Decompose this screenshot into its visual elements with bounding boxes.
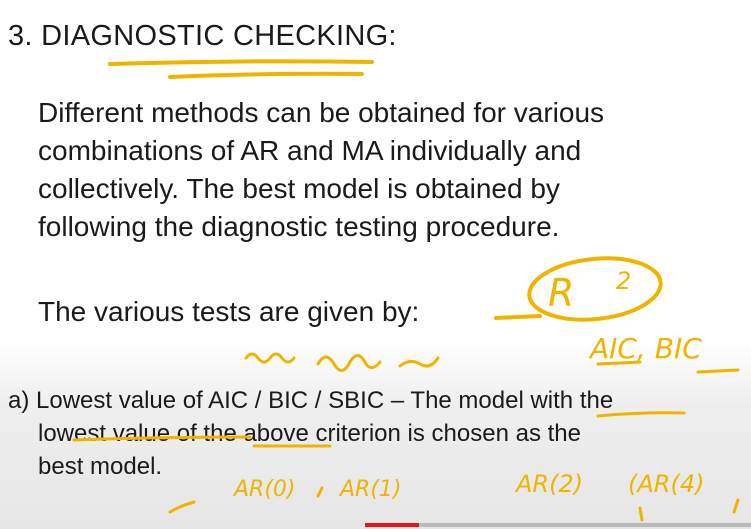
paragraph-line: Different methods can be obtained for va… [38, 97, 605, 128]
r-squared-exponent: 2 [616, 267, 631, 295]
dash-mark [494, 314, 542, 320]
tests-intro: The various tests are given by: [38, 296, 420, 327]
paragraph-line: combinations of AR and MA individually a… [38, 135, 582, 166]
paragraph-line: collectively. The best model is obtained… [38, 173, 560, 204]
r-squared-annotation: R [548, 271, 574, 315]
item-a-line: a) Lowest value of AIC / BIC / SBIC – Th… [8, 387, 614, 414]
heading-underline [108, 59, 374, 66]
paragraph-line: following the diagnostic testing procedu… [38, 211, 560, 242]
slide: 3. DIAGNOSTIC CHECKING: Different method… [0, 0, 751, 529]
slide-heading: 3. DIAGNOSTIC CHECKING: [8, 20, 397, 52]
video-progress-bar[interactable] [365, 523, 419, 527]
item-a-line: lowest value of the above criterion is c… [38, 420, 581, 447]
heading-underline [168, 71, 364, 79]
item-a-line: best model. [38, 453, 163, 480]
video-progress-track[interactable] [365, 523, 751, 527]
circle-mark [527, 256, 663, 322]
